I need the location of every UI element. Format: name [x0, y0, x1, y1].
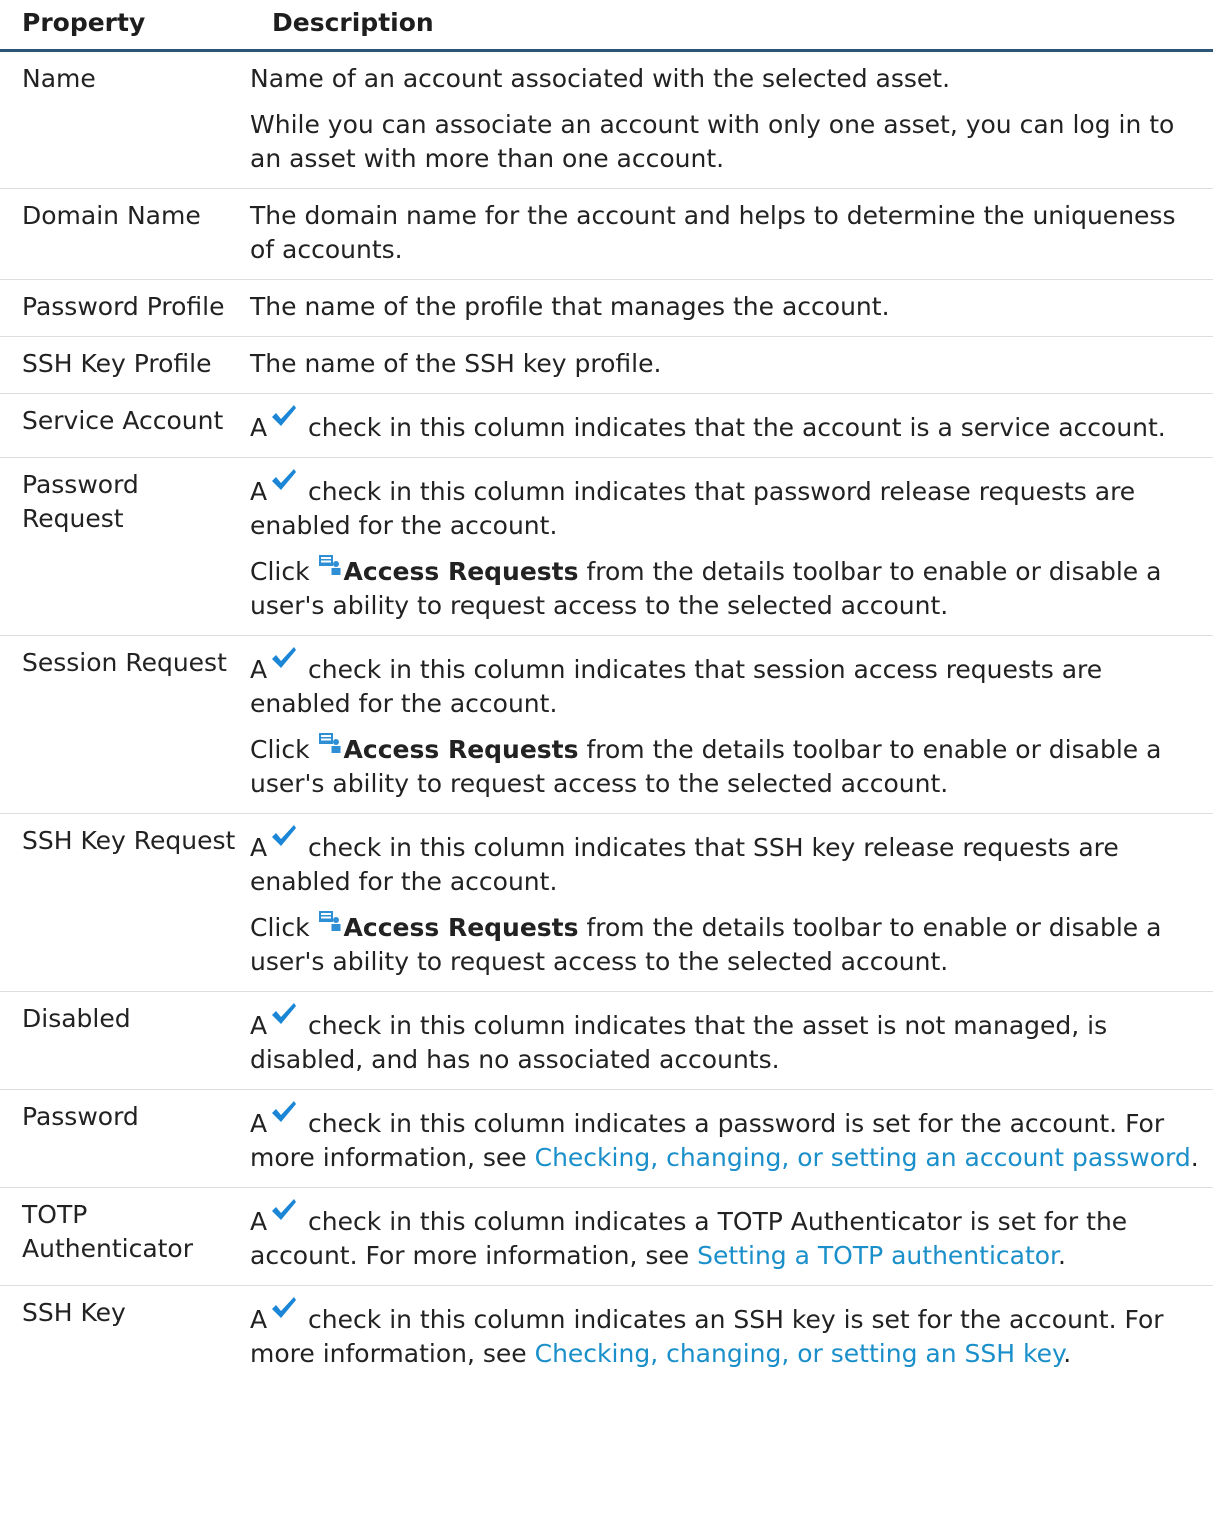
- period-text: .: [1190, 1143, 1199, 1172]
- account-password-link[interactable]: Checking, changing, or setting an accoun…: [535, 1143, 1191, 1172]
- table-row: Name Name of an account associated with …: [0, 50, 1213, 189]
- description-text: The name of the profile that manages the…: [250, 292, 890, 321]
- description-text: The name of the SSH key profile.: [250, 349, 662, 378]
- access-requests-label: Access Requests: [343, 735, 579, 764]
- property-description: A check in this column indicates a TOTP …: [248, 1187, 1213, 1286]
- table-row: SSH Key Profile The name of the SSH key …: [0, 336, 1213, 394]
- description-body: check in this column indicates that the …: [300, 413, 1166, 442]
- property-description: A check in this column indicates that SS…: [248, 813, 1213, 992]
- more-info-text: For more information, see: [365, 1241, 698, 1270]
- description-text: Click Access Requests from the details t…: [250, 911, 1205, 979]
- check-icon: [272, 1297, 297, 1318]
- description-text: A check in this column indicates a TOTP …: [250, 1198, 1205, 1273]
- description-text: A check in this column indicates that SS…: [250, 824, 1205, 899]
- table-row: Session Request A check in this column i…: [0, 635, 1213, 814]
- table-row: Password A check in this column indicate…: [0, 1089, 1213, 1188]
- property-label: TOTP Authenticator: [0, 1187, 248, 1286]
- property-description: A check in this column indicates that th…: [248, 991, 1213, 1090]
- check-icon: [272, 1003, 297, 1024]
- click-text: Click: [250, 913, 310, 942]
- property-label: SSH Key Request: [0, 813, 248, 992]
- table-row: SSH Key A check in this column indicates…: [0, 1286, 1213, 1384]
- description-text: While you can associate an account with …: [250, 110, 1175, 173]
- access-requests-label: Access Requests: [343, 557, 579, 586]
- check-prefix: A: [250, 1109, 268, 1138]
- access-requests-icon: [318, 555, 341, 575]
- property-label: Disabled: [0, 991, 248, 1090]
- property-label: Password Profile: [0, 279, 248, 337]
- description-body: check in this column indicates that SSH …: [250, 833, 1119, 896]
- description-text: Click Access Requests from the details t…: [250, 555, 1205, 623]
- property-description: Name of an account associated with the s…: [248, 50, 1213, 189]
- property-description: The name of the profile that manages the…: [248, 279, 1213, 337]
- description-text: A check in this column indicates a passw…: [250, 1100, 1205, 1175]
- check-prefix: A: [250, 833, 268, 862]
- check-icon: [272, 825, 297, 846]
- check-prefix: A: [250, 413, 268, 442]
- check-icon: [272, 469, 297, 490]
- property-description: A check in this column indicates an SSH …: [248, 1286, 1213, 1384]
- check-icon: [272, 405, 297, 426]
- property-description: A check in this column indicates that pa…: [248, 457, 1213, 636]
- property-label: Session Request: [0, 635, 248, 814]
- table-row: Domain Name The domain name for the acco…: [0, 188, 1213, 280]
- check-icon: [272, 1199, 297, 1220]
- table-row: Password Request A check in this column …: [0, 457, 1213, 636]
- header-description: Description: [248, 0, 1213, 52]
- check-prefix: A: [250, 655, 268, 684]
- check-icon: [272, 1101, 297, 1122]
- property-description: A check in this column indicates a passw…: [248, 1089, 1213, 1188]
- ssh-key-link[interactable]: Checking, changing, or setting an SSH ke…: [535, 1339, 1064, 1368]
- access-requests-icon: [318, 733, 341, 753]
- table-row: TOTP Authenticator A check in this colum…: [0, 1187, 1213, 1286]
- property-label: Name: [0, 50, 248, 189]
- property-description: A check in this column indicates that se…: [248, 635, 1213, 814]
- property-label: Service Account: [0, 393, 248, 458]
- description-text: The domain name for the account and help…: [250, 201, 1176, 264]
- property-label: Password: [0, 1089, 248, 1188]
- check-icon: [272, 647, 297, 668]
- description-body: check in this column indicates an SSH ke…: [300, 1305, 1125, 1334]
- property-description: The domain name for the account and help…: [248, 188, 1213, 280]
- click-text: Click: [250, 735, 310, 764]
- table-row: SSH Key Request A check in this column i…: [0, 813, 1213, 992]
- table-row: Service Account A check in this column i…: [0, 393, 1213, 458]
- totp-authenticator-link[interactable]: Setting a TOTP authenticator: [697, 1241, 1058, 1270]
- property-description: The name of the SSH key profile.: [248, 336, 1213, 394]
- description-body: check in this column indicates that sess…: [250, 655, 1103, 718]
- description-body: check in this column indicates a passwor…: [300, 1109, 1126, 1138]
- table-row: Password Profile The name of the profile…: [0, 279, 1213, 337]
- property-description: A check in this column indicates that th…: [248, 393, 1213, 458]
- description-text: Click Access Requests from the details t…: [250, 733, 1205, 801]
- period-text: .: [1058, 1241, 1066, 1270]
- table-header-row: Property Description: [0, 0, 1213, 52]
- property-label: SSH Key: [22, 1298, 126, 1327]
- table-row: Disabled A check in this column indicate…: [0, 991, 1213, 1090]
- description-body: check in this column indicates that pass…: [250, 477, 1136, 540]
- header-property: Property: [0, 0, 248, 52]
- period-text: .: [1063, 1339, 1072, 1368]
- check-prefix: A: [250, 1207, 268, 1236]
- check-prefix: A: [250, 477, 268, 506]
- property-label: Password Request: [0, 457, 248, 636]
- description-body: check in this column indicates that the …: [250, 1011, 1108, 1074]
- description-text: A check in this column indicates that se…: [250, 646, 1205, 721]
- description-text: Name of an account associated with the s…: [250, 64, 951, 93]
- description-text: A check in this column indicates that th…: [250, 404, 1205, 445]
- description-text: A check in this column indicates that th…: [250, 1002, 1205, 1077]
- description-text: A check in this column indicates an SSH …: [250, 1296, 1205, 1371]
- property-label: Domain Name: [0, 188, 248, 280]
- check-prefix: A: [250, 1011, 268, 1040]
- click-text: Click: [250, 557, 310, 586]
- check-prefix: A: [250, 1305, 268, 1334]
- access-requests-icon: [318, 911, 341, 931]
- properties-table: Property Description Name Name of an acc…: [0, 0, 1213, 1383]
- access-requests-label: Access Requests: [343, 913, 579, 942]
- description-text: A check in this column indicates that pa…: [250, 468, 1205, 543]
- property-label: SSH Key Profile: [0, 336, 248, 394]
